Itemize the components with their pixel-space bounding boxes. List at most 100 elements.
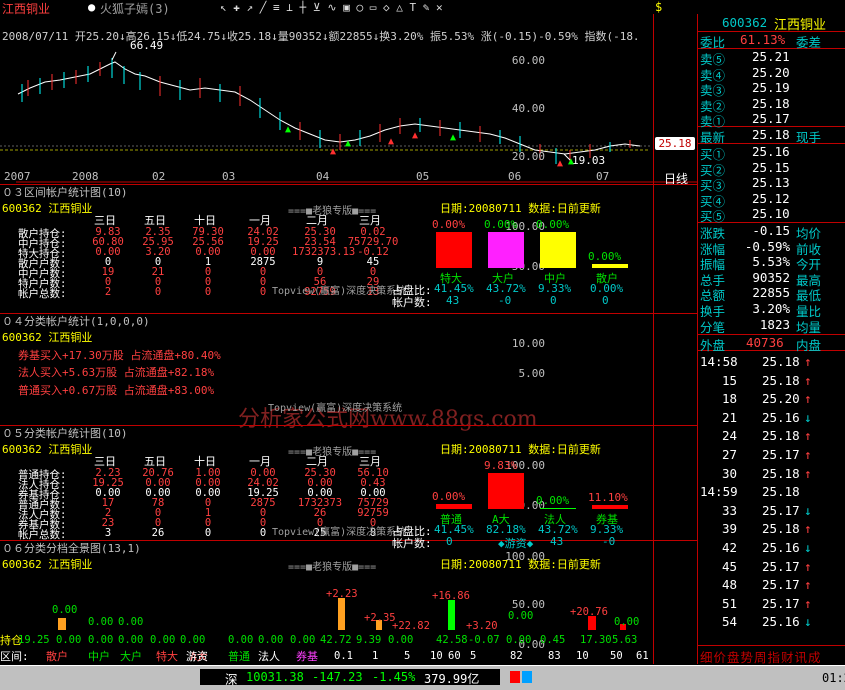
panel-05-title: ０５分类帐户统计图(10) bbox=[2, 427, 128, 440]
panel-03-bar bbox=[592, 264, 628, 268]
rp-weibi-val: 61.13% bbox=[740, 32, 786, 47]
rp-tick-time: 24 bbox=[722, 428, 738, 444]
status-time: 01:2 bbox=[822, 671, 845, 685]
low-label: 19.03 bbox=[572, 154, 606, 167]
rp-tick-arrow: ↑ bbox=[804, 465, 812, 481]
rp-tabs[interactable]: 细价盘势周指财讯成 bbox=[700, 647, 845, 665]
stock-title[interactable]: 江西铜业 bbox=[2, 0, 50, 16]
rp-tick-time: 48 bbox=[722, 577, 738, 593]
panel-03-row-label: 帐户总数: bbox=[18, 288, 67, 300]
rp-tick-arrow: ↑ bbox=[804, 391, 812, 407]
toolbar-icons[interactable]: ↖ ✚ ↗ ╱ ≡ ⊥ ┼ ⊻ ∿ ▣ ◯ ▭ ◇ △ T ✎ ✕ bbox=[200, 0, 660, 14]
panel-05-date: 日期:20080711 数据:日前更新 bbox=[440, 443, 601, 456]
panel-05-bar-pct: 11.10% bbox=[588, 491, 628, 504]
rp-tick-arrow: ↑ bbox=[804, 372, 812, 388]
panel-05-cell: 3 bbox=[104, 527, 112, 539]
rp-tick-price: 25.16 bbox=[762, 540, 800, 555]
lock-icon[interactable]: $ bbox=[655, 0, 662, 14]
panel-04-line-3: 普通买入+0.67万股 占流通盘+83.00% bbox=[18, 384, 215, 397]
panel-06-top-val: 42.72 bbox=[320, 634, 352, 646]
svg-text:▲: ▲ bbox=[412, 130, 418, 141]
rp-weibi-label2: 委差 bbox=[796, 35, 822, 50]
panel-06-category: 特大 bbox=[156, 650, 178, 663]
rp-tick-arrow: ↑ bbox=[804, 595, 812, 611]
svg-text:↖ ✚ ↗ ╱ ≡ ⊥ ┼ ⊻ ∿ ▣ ◯ ▭ ◇ △ T: ↖ ✚ ↗ ╱ ≡ ⊥ ┼ ⊻ ∿ ▣ ◯ ▭ ◇ △ T ✎ ✕ bbox=[220, 0, 443, 14]
panel-06-range: 60 bbox=[448, 650, 461, 662]
panel-04-axis-5: 5.00 bbox=[518, 367, 546, 380]
panel-06-top-val: 0.00 bbox=[180, 634, 206, 646]
rp-ask-price: 25.19 bbox=[752, 80, 790, 96]
rp-tick-arrow: ↓ bbox=[804, 540, 812, 555]
rp-tick-price: 25.18 bbox=[762, 484, 800, 500]
panel-03-cell: 0 bbox=[154, 286, 162, 298]
panel-03-bar bbox=[488, 232, 524, 268]
panel-04-line-1: 券基买入+17.30万股 占流通盘+80.40% bbox=[18, 349, 221, 362]
rp-tick-arrow: ↓ bbox=[804, 614, 812, 630]
rp-tick-price: 25.17 bbox=[762, 577, 800, 593]
rp-tick-price: 25.18 bbox=[762, 354, 800, 369]
price-chart[interactable]: ▲ ▲ ▲ ▲ ▲ ▲ ▲ ▲ 66.49 19.03 60.00 40.00 20.0… bbox=[0, 14, 697, 184]
panel-03-bar-acct: 0 bbox=[602, 294, 609, 307]
panel-05-cell: 0 bbox=[204, 527, 212, 539]
panel-04: ０４分类帐户统计(1,0,0,0) 600362 江西铜业 券基买入+17.30… bbox=[0, 313, 697, 432]
panel-06-category: 大户 bbox=[120, 650, 142, 663]
svg-text:▲: ▲ bbox=[285, 124, 291, 135]
status-pct: -1.45% bbox=[372, 670, 416, 684]
panel-06-range: 0.1 bbox=[334, 650, 353, 662]
rp-tick-time: 45 bbox=[722, 558, 738, 574]
panel-06-top-val: 0.00 bbox=[118, 634, 144, 646]
x-label-07: 07 bbox=[596, 170, 610, 183]
panel-03-overlay: Topview(赢富)深度决策系统 bbox=[272, 286, 407, 297]
x-label-2008: 2008 bbox=[72, 170, 99, 183]
panel-03-cell: 2 bbox=[104, 286, 112, 298]
svg-text:▲: ▲ bbox=[330, 146, 336, 157]
rp-outer-val: 40736 bbox=[746, 335, 784, 350]
x-label-06: 06 bbox=[508, 170, 522, 183]
panel-06-range: 5 bbox=[404, 650, 411, 662]
panel-03-title: ０３区间帐户统计图(10) bbox=[2, 186, 128, 199]
indicator-name[interactable]: 火狐子嫣(3) bbox=[100, 0, 170, 16]
panel-05-bar-acct: 43 bbox=[550, 535, 564, 548]
panel-06-range: 61 bbox=[636, 650, 649, 662]
panel-06-range: 10 bbox=[576, 650, 589, 662]
panel-03-date: 日期:20080711 数据:日前更新 bbox=[440, 202, 601, 215]
panel-04-overlay: Topview(赢富)深度决策系统 bbox=[268, 403, 403, 414]
panel-06-top-val: 0.00 bbox=[228, 634, 254, 646]
panel-03-bar-pct: 0.00% bbox=[588, 250, 622, 263]
panel-06-peak-val: 0.00 bbox=[52, 604, 78, 616]
rp-tick-arrow: ↓ bbox=[804, 409, 812, 425]
panel-03-cell: 0 bbox=[204, 286, 212, 298]
chart-axis-20: 20.00 bbox=[511, 150, 545, 163]
status-market: 深 bbox=[225, 672, 238, 687]
panel-05-code: 600362 江西铜业 bbox=[2, 443, 93, 456]
panel-05-bar bbox=[436, 504, 472, 509]
rp-code: 600362 bbox=[722, 15, 768, 30]
panel-06-range: 5 bbox=[470, 650, 477, 662]
indicator-dot-icon: ● bbox=[88, 0, 96, 14]
panel-06-peak-val: +2.35 bbox=[364, 612, 396, 624]
panel-06-peak-val: 0.00 bbox=[88, 616, 114, 628]
rp-tick-time: 30 bbox=[722, 465, 738, 481]
rp-stat-label: 分笔 bbox=[700, 319, 726, 335]
rp-tick-arrow: ↑ bbox=[804, 447, 812, 462]
rp-tick-arrow: ↑ bbox=[804, 521, 812, 537]
x-label-2007: 2007 bbox=[4, 170, 31, 183]
panel-06-peak-val: 0.00 bbox=[614, 616, 640, 628]
top-toolbar: 江西铜业 ● 火狐子嫣(3) ↖ ✚ ↗ ╱ ≡ ⊥ ┼ ⊻ ∿ ▣ ◯ ▭ ◇… bbox=[0, 0, 700, 16]
status-index: 10031.38 bbox=[246, 670, 304, 684]
panel-04-code: 600362 江西铜业 bbox=[2, 331, 93, 344]
x-label-02: 02 bbox=[152, 170, 166, 183]
rp-bid-price: 25.13 bbox=[752, 175, 790, 191]
rp-outer-label: 外盘 bbox=[700, 338, 726, 353]
panel-05-row-label: 帐户总数: bbox=[18, 529, 67, 541]
svg-text:▲: ▲ bbox=[557, 158, 563, 169]
panel-05-bar-ratio: 41.45% bbox=[434, 523, 474, 536]
rp-ask-price: 25.17 bbox=[752, 111, 790, 127]
panel-03-bar-acct: 0 bbox=[550, 294, 557, 307]
ma-line bbox=[17, 61, 641, 155]
rp-tick-time: 42 bbox=[722, 540, 738, 555]
rp-tick-price: 25.17 bbox=[762, 558, 800, 574]
panel-04-line-2: 法人买入+5.63万股 占流通盘+82.18% bbox=[18, 366, 215, 379]
x-axis: 2007 2008 02 03 04 05 06 07 日线 bbox=[0, 170, 697, 186]
rp-tick-time: 33 bbox=[722, 502, 738, 518]
